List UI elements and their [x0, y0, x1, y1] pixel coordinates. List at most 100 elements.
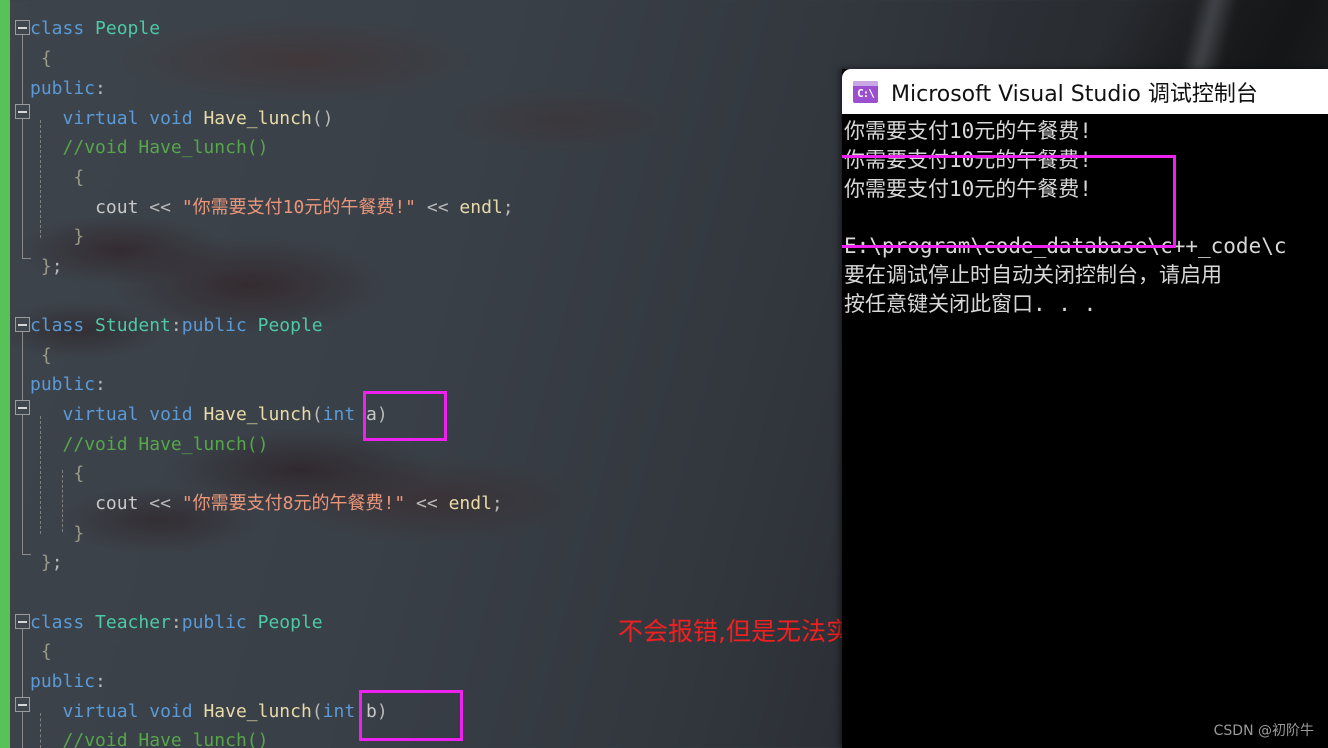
- code-token: :: [170, 315, 182, 336]
- code-line-text: {: [73, 459, 84, 489]
- code-line-text: cout << "你需要支付10元的午餐费!" << endl;: [95, 193, 514, 223]
- code-line-text: {: [41, 637, 52, 667]
- code-line-text: virtual void Have_lunch(int b): [63, 697, 388, 727]
- code-line-text: //void Have_lunch(): [63, 430, 269, 460]
- code-token: ;: [51, 552, 63, 573]
- code-token: ;: [51, 256, 63, 277]
- code-token: class: [30, 315, 85, 336]
- code-token: }: [73, 226, 85, 247]
- code-line-text: virtual void Have_lunch(): [63, 104, 334, 134]
- console-footer-line: 要在调试停止时自动关闭控制台，请启用: [844, 263, 1222, 287]
- code-token: (: [311, 701, 323, 722]
- code-fold-toggle[interactable]: [15, 697, 30, 712]
- code-token: ;: [491, 493, 503, 514]
- code-line-text: public:: [30, 667, 106, 697]
- code-token: ): [376, 701, 388, 722]
- code-token: public: [181, 315, 247, 336]
- code-token: ;: [502, 197, 514, 218]
- debug-console-window[interactable]: C:\ Microsoft Visual Studio 调试控制台 你需要支付1…: [842, 69, 1328, 748]
- console-prompt-icon: C:\: [853, 80, 878, 103]
- console-output-line: 你需要支付10元的午餐费!: [844, 119, 1092, 143]
- code-token: class: [30, 18, 85, 39]
- console-title-bar[interactable]: C:\ Microsoft Visual Studio 调试控制台: [842, 69, 1328, 114]
- csdn-watermark: CSDN @初阶牛: [1213, 723, 1314, 739]
- code-token: ): [376, 404, 388, 425]
- code-line-text: {: [41, 341, 52, 371]
- console-output-line: 你需要支付10元的午餐费!: [844, 148, 1092, 172]
- code-line-text: //void Have_lunch(): [63, 726, 269, 748]
- code-line-text: class People: [30, 14, 160, 44]
- code-line-text: //void Have_lunch(): [63, 133, 269, 163]
- code-line-text: }: [73, 519, 84, 549]
- code-token: :: [95, 671, 106, 692]
- code-token: <<: [426, 197, 449, 218]
- code-fold-toggle[interactable]: [15, 614, 30, 629]
- code-token: void: [149, 404, 193, 425]
- code-line-text: class Teacher:public People: [30, 608, 323, 638]
- code-token: People: [95, 18, 161, 39]
- console-icon-glyph: C:\: [857, 86, 875, 100]
- code-fold-toggle[interactable]: [15, 104, 30, 119]
- code-token: "你需要支付8元的午餐费!": [181, 493, 406, 514]
- code-token: }: [40, 256, 52, 277]
- code-line-text: public:: [30, 370, 106, 400]
- code-token: <<: [149, 493, 171, 514]
- code-fold-toggle[interactable]: [15, 20, 30, 35]
- code-token: {: [40, 345, 52, 366]
- code-token: Have_lunch: [203, 701, 312, 722]
- code-token: Have_lunch: [203, 108, 312, 129]
- code-line[interactable]: class People: [0, 14, 1328, 44]
- code-token: {: [73, 167, 85, 188]
- console-window-title: Microsoft Visual Studio 调试控制台: [891, 81, 1258, 107]
- code-token: :: [95, 78, 106, 99]
- code-token: }: [40, 552, 52, 573]
- code-token: (): [311, 108, 334, 129]
- code-token: public: [30, 671, 96, 692]
- code-token: virtual: [62, 701, 139, 722]
- code-token: <<: [416, 493, 438, 514]
- code-line-text: }: [73, 222, 84, 252]
- code-fold-toggle[interactable]: [15, 317, 30, 332]
- console-footer-lines: E:\program\code_database\c++_code\c 要在调试停…: [844, 232, 1328, 319]
- code-token: int: [322, 701, 356, 722]
- code-line-text: class Student:public People: [30, 311, 323, 341]
- code-token: public: [30, 374, 96, 395]
- console-footer-line: 按任意键关闭此窗口. . .: [844, 292, 1097, 316]
- code-token: public: [181, 612, 247, 633]
- console-output-area[interactable]: 你需要支付10元的午餐费! 你需要支付10元的午餐费! 你需要支付10元的午餐费! …: [842, 114, 1328, 748]
- code-token: <<: [149, 197, 171, 218]
- code-token: endl: [448, 493, 492, 514]
- code-token: :: [170, 612, 182, 633]
- code-fold-toggle[interactable]: [15, 400, 30, 415]
- code-token: {: [73, 463, 85, 484]
- code-token: {: [40, 48, 52, 69]
- code-token: public: [30, 78, 96, 99]
- code-token: //void Have_lunch(): [62, 137, 269, 158]
- code-token: //void Have_lunch(): [62, 730, 269, 748]
- code-token: People: [257, 612, 323, 633]
- code-token: {: [40, 641, 52, 662]
- code-line-text: virtual void Have_lunch(int a): [63, 400, 388, 430]
- code-token: Have_lunch: [203, 404, 312, 425]
- code-line-text: cout << "你需要支付8元的午餐费!" << endl;: [95, 489, 503, 519]
- code-line-text: };: [41, 548, 63, 578]
- console-output-line: 你需要支付10元的午餐费!: [844, 177, 1092, 201]
- code-line-text: {: [73, 163, 84, 193]
